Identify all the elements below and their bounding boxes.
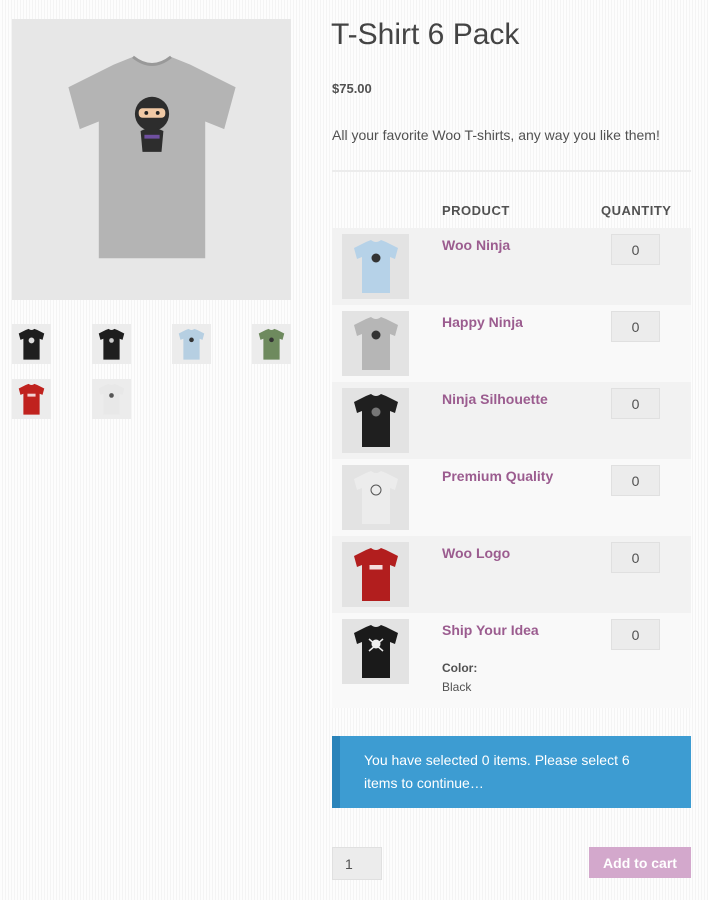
column-header-product: PRODUCT xyxy=(442,203,510,218)
table-row: Premium Quality xyxy=(332,459,691,536)
product-link[interactable]: Ship Your Idea xyxy=(442,622,539,638)
tshirt-thumbnail-icon xyxy=(353,547,398,601)
table-row: Happy Ninja xyxy=(332,305,691,382)
gallery-thumbnail[interactable] xyxy=(12,379,51,419)
product-link[interactable]: Ninja Silhouette xyxy=(442,391,548,407)
quantity-input[interactable] xyxy=(611,388,660,419)
gallery-thumbnail[interactable] xyxy=(252,324,291,364)
table-row: Woo Ninja xyxy=(332,228,691,305)
cart-quantity-input[interactable] xyxy=(332,847,382,880)
tshirt-thumbnail-icon xyxy=(353,239,398,293)
tshirt-thumbnail-icon xyxy=(353,624,398,678)
product-link[interactable]: Woo Logo xyxy=(442,545,510,561)
product-thumbnail[interactable] xyxy=(342,234,409,299)
divider xyxy=(332,170,691,172)
table-row: Ninja Silhouette xyxy=(332,382,691,459)
quantity-input[interactable] xyxy=(611,619,660,650)
add-to-cart-button[interactable]: Add to cart xyxy=(589,847,691,878)
attribute-value: Black xyxy=(442,680,472,694)
product-description: All your favorite Woo T-shirts, any way … xyxy=(332,127,660,143)
tshirt-thumbnail-icon xyxy=(353,393,398,447)
product-title: T-Shirt 6 Pack xyxy=(331,18,520,51)
gallery-thumbnail[interactable] xyxy=(92,324,131,364)
product-link[interactable]: Premium Quality xyxy=(442,468,553,484)
quantity-input[interactable] xyxy=(611,542,660,573)
tshirt-thumbnail-icon xyxy=(98,328,125,360)
tshirt-image xyxy=(67,55,236,259)
tshirt-thumbnail-icon xyxy=(258,328,285,360)
main-product-image[interactable] xyxy=(12,19,291,300)
table-row: Woo Logo xyxy=(332,536,691,613)
tshirt-thumbnail-icon xyxy=(98,383,125,415)
quantity-input[interactable] xyxy=(611,465,660,496)
quantity-input[interactable] xyxy=(611,311,660,342)
product-thumbnail[interactable] xyxy=(342,388,409,453)
product-link[interactable]: Happy Ninja xyxy=(442,314,523,330)
tshirt-thumbnail-icon xyxy=(178,328,205,360)
tshirt-thumbnail-icon xyxy=(353,316,398,370)
gallery-thumbnail[interactable] xyxy=(92,379,131,419)
product-thumbnail[interactable] xyxy=(342,619,409,684)
selection-notice: You have selected 0 items. Please select… xyxy=(332,736,691,808)
product-price: $75.00 xyxy=(332,81,372,96)
product-thumbnail[interactable] xyxy=(342,465,409,530)
product-thumbnail[interactable] xyxy=(342,311,409,376)
product-link[interactable]: Woo Ninja xyxy=(442,237,510,253)
gallery-thumbnail[interactable] xyxy=(172,324,211,364)
bundle-products-table: PRODUCT QUANTITY Woo Ninja Happy Ninja N… xyxy=(332,195,691,708)
attribute-label: Color: xyxy=(442,661,478,675)
quantity-input[interactable] xyxy=(611,234,660,265)
table-header: PRODUCT QUANTITY xyxy=(332,195,691,228)
tshirt-thumbnail-icon xyxy=(353,470,398,524)
product-thumbnail[interactable] xyxy=(342,542,409,607)
table-row: Ship Your Idea Color: Black xyxy=(332,613,691,708)
tshirt-thumbnail-icon xyxy=(18,328,45,360)
column-header-quantity: QUANTITY xyxy=(601,203,672,218)
gallery-thumbnail[interactable] xyxy=(12,324,51,364)
tshirt-thumbnail-icon xyxy=(18,383,45,415)
